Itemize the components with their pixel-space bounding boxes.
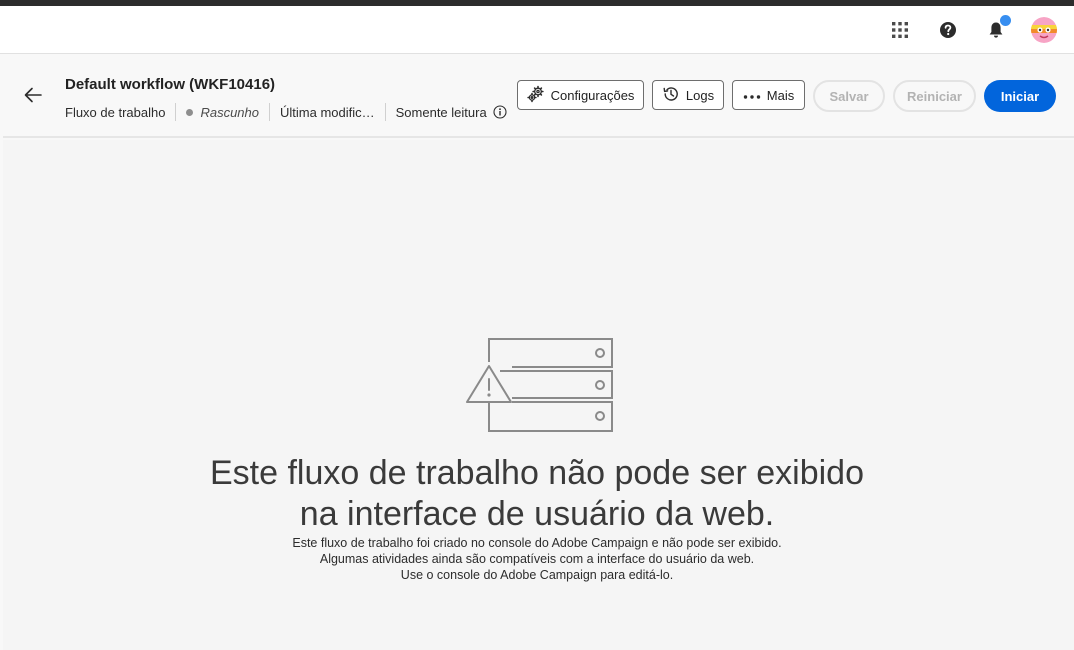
empty-state-title: Este fluxo de trabalho não pode ser exib… bbox=[0, 453, 1074, 535]
divider bbox=[269, 103, 270, 121]
history-icon bbox=[662, 85, 680, 106]
read-only-label: Somente leitura bbox=[395, 104, 487, 120]
empty-state-title-line1: Este fluxo de trabalho não pode ser exib… bbox=[209, 454, 864, 492]
bell-icon[interactable] bbox=[984, 15, 1011, 42]
user-avatar[interactable] bbox=[1031, 17, 1057, 43]
logs-button[interactable]: Logs bbox=[652, 80, 724, 110]
last-modified[interactable]: Última modific… bbox=[280, 105, 375, 120]
divider bbox=[175, 103, 177, 121]
restart-button[interactable]: Reiniciar bbox=[893, 80, 976, 112]
apps-grid-icon[interactable] bbox=[888, 18, 912, 42]
status-dot bbox=[186, 108, 194, 116]
help-icon[interactable] bbox=[936, 18, 960, 42]
workflow-meta: Fluxo de trabalho Rascunho Última modifi… bbox=[65, 103, 507, 121]
start-button[interactable]: Iniciar bbox=[984, 80, 1056, 112]
empty-state-text-line2: Algumas atividades ainda são compatíveis… bbox=[319, 552, 755, 566]
workflow-header: Default workflow (WKF10416) Fluxo de tra… bbox=[3, 55, 1074, 138]
save-button[interactable]: Salvar bbox=[813, 80, 885, 112]
back-arrow-icon[interactable] bbox=[21, 83, 45, 107]
empty-state-description: Este fluxo de trabalho foi criado no con… bbox=[0, 535, 1074, 583]
more-button[interactable]: Mais bbox=[732, 80, 805, 110]
server-warning-icon bbox=[463, 336, 615, 439]
status-badge: Rascunho bbox=[200, 104, 259, 120]
empty-state-text-line1: Este fluxo de trabalho foi criado no con… bbox=[292, 536, 782, 550]
shell-bar bbox=[0, 6, 1074, 54]
more-dots-icon bbox=[743, 88, 761, 103]
more-button-label: Mais bbox=[766, 87, 795, 103]
workflow-type: Fluxo de trabalho bbox=[65, 104, 166, 120]
info-icon[interactable] bbox=[493, 105, 507, 119]
notification-badge bbox=[1000, 15, 1011, 26]
settings-button[interactable]: Configurações bbox=[517, 80, 644, 110]
gears-icon bbox=[526, 85, 545, 106]
divider bbox=[384, 103, 386, 121]
empty-state-text-line3: Use o console do Adobe Campaign para edi… bbox=[400, 568, 674, 582]
empty-state-title-line2: na interface de usuário da web. bbox=[299, 495, 775, 533]
settings-button-label: Configurações bbox=[550, 87, 635, 103]
page-title: Default workflow (WKF10416) bbox=[65, 76, 276, 93]
logs-button-label: Logs bbox=[685, 87, 715, 103]
